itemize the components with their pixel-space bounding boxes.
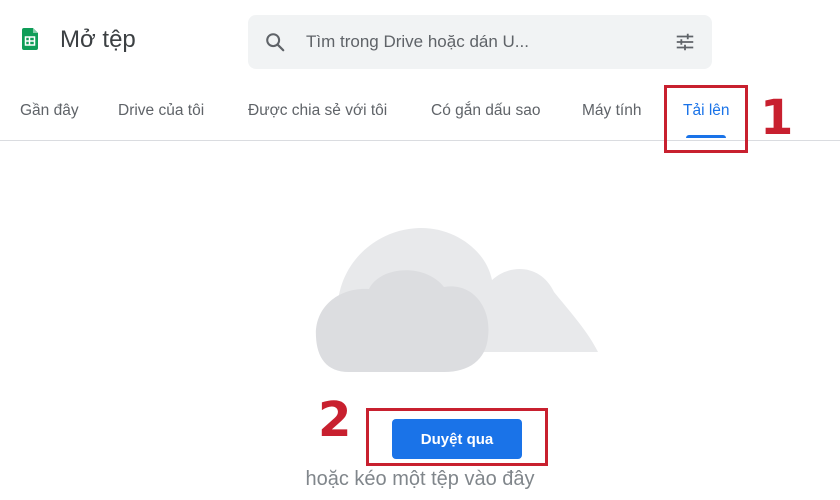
picker-header: Mở tệp Tìm trong Drive hoặc dán U... [0, 0, 840, 84]
tab-computers[interactable]: Máy tính [582, 84, 641, 140]
drop-zone-text: hoặc kéo một tệp vào đây [305, 468, 535, 490]
tab-label: Có gắn dấu sao [431, 102, 541, 119]
search-icon[interactable] [264, 31, 286, 53]
tab-shared-with-me[interactable]: Được chia sẻ với tôi [248, 84, 387, 140]
highlight-box-upload-tab [664, 85, 748, 153]
browse-button[interactable]: Duyệt qua [392, 419, 522, 459]
step-marker-2: 2 [318, 392, 352, 448]
tab-my-drive[interactable]: Drive của tôi [118, 84, 204, 140]
tune-icon[interactable] [674, 31, 696, 53]
search-box[interactable]: Tìm trong Drive hoặc dán U... [248, 15, 712, 69]
step-marker-1: 1 [760, 90, 794, 146]
tab-label: Gần đây [20, 102, 79, 119]
cloud-icon [314, 222, 604, 374]
tab-starred[interactable]: Có gắn dấu sao [431, 84, 540, 140]
dialog-title: Mở tệp [60, 26, 136, 53]
tab-label: Được chia sẻ với tôi [248, 102, 388, 119]
search-input[interactable]: Tìm trong Drive hoặc dán U... [306, 32, 529, 52]
tab-label: Drive của tôi [118, 102, 205, 119]
tab-recent[interactable]: Gần đây [20, 84, 79, 140]
sheets-icon [22, 28, 38, 50]
tab-label: Máy tính [582, 102, 642, 119]
